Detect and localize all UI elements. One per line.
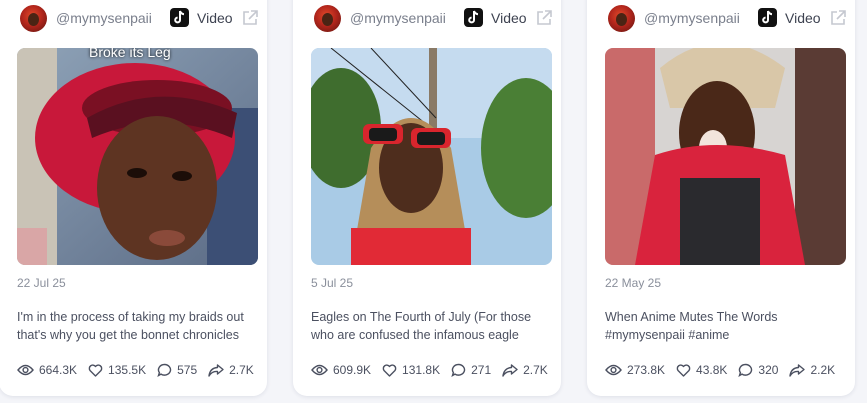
views-count: 664.3K xyxy=(39,363,78,377)
comments-stat: 575 xyxy=(157,363,197,377)
share-icon xyxy=(502,363,518,377)
likes-stat: 135.5K xyxy=(88,363,146,377)
likes-count: 131.8K xyxy=(402,363,441,377)
post-caption: I'm in the process of taking my braids o… xyxy=(17,310,244,342)
content-type-label: Video xyxy=(197,10,233,26)
share-icon xyxy=(208,363,224,377)
comments-count: 575 xyxy=(177,363,198,377)
video-card[interactable]: @mymysenpaii Video xyxy=(0,0,267,396)
shares-count: 2.7K xyxy=(523,363,548,377)
content-type-label: Video xyxy=(491,10,527,26)
shares-stat: 2.7K xyxy=(208,363,254,377)
views-count: 609.9K xyxy=(333,363,372,377)
eye-icon xyxy=(311,364,328,376)
avatar[interactable] xyxy=(20,5,47,32)
comment-icon xyxy=(738,363,753,377)
comment-icon xyxy=(157,363,172,377)
comments-stat: 320 xyxy=(738,363,778,377)
heart-icon xyxy=(88,363,103,377)
eye-icon xyxy=(605,364,622,376)
post-caption: When Anime Mutes The Words #mymysenpaii … xyxy=(605,310,778,342)
video-thumbnail[interactable] xyxy=(605,48,846,265)
video-thumbnail[interactable]: Broke its Leg xyxy=(17,48,258,265)
tiktok-icon xyxy=(464,8,483,27)
comments-stat: 271 xyxy=(451,363,491,377)
views-stat: 273.8K xyxy=(605,363,665,377)
shares-count: 2.7K xyxy=(229,363,254,377)
shares-stat: 2.7K xyxy=(502,363,548,377)
external-link-icon[interactable] xyxy=(241,9,259,27)
tiktok-icon xyxy=(758,8,777,27)
video-card[interactable]: @mymysenpaii Video xyxy=(293,0,561,396)
video-thumbnail[interactable] xyxy=(311,48,552,265)
username[interactable]: @mymysenpaii xyxy=(56,10,152,26)
shares-count: 2.2K xyxy=(810,363,836,377)
likes-count: 135.5K xyxy=(108,363,147,377)
eye-icon xyxy=(17,364,34,376)
views-stat: 609.9K xyxy=(311,363,371,377)
shares-stat: 2.2K xyxy=(789,363,835,377)
username[interactable]: @mymysenpaii xyxy=(350,10,446,26)
tiktok-icon xyxy=(170,8,189,27)
likes-count: 43.8K xyxy=(696,363,728,377)
engagement-stats: 273.8K 43.8K 320 2.2K xyxy=(605,363,846,377)
post-date: 22 Jul 25 xyxy=(17,276,66,290)
share-icon xyxy=(789,363,806,377)
card-header: @mymysenpaii Video xyxy=(605,1,855,35)
external-link-icon[interactable] xyxy=(829,9,847,27)
heart-icon xyxy=(676,363,691,377)
likes-stat: 43.8K xyxy=(676,363,727,377)
comments-count: 271 xyxy=(471,363,492,377)
avatar[interactable] xyxy=(608,5,635,32)
heart-icon xyxy=(382,363,397,377)
likes-stat: 131.8K xyxy=(382,363,440,377)
engagement-stats: 609.9K 131.8K 271 2.7K xyxy=(311,363,559,377)
comments-count: 320 xyxy=(758,363,779,377)
engagement-stats: 664.3K 135.5K 575 2.7K xyxy=(17,363,265,377)
card-header: @mymysenpaii Video xyxy=(17,1,267,35)
username[interactable]: @mymysenpaii xyxy=(644,10,740,26)
comment-icon xyxy=(451,363,466,377)
external-link-icon[interactable] xyxy=(535,9,553,27)
post-date: 5 Jul 25 xyxy=(311,276,354,290)
card-header: @mymysenpaii Video xyxy=(311,1,561,35)
views-count: 273.8K xyxy=(627,363,666,377)
post-caption: Eagles on The Fourth of July (For those … xyxy=(311,310,532,342)
avatar[interactable] xyxy=(314,5,341,32)
post-date: 22 May 25 xyxy=(605,276,662,290)
content-type-label: Video xyxy=(785,10,821,26)
video-card[interactable]: @mymysenpaii Video 22 May 25 When Anime xyxy=(587,0,855,396)
thumbnail-overlay-text: Broke its Leg xyxy=(89,48,171,60)
views-stat: 664.3K xyxy=(17,363,77,377)
